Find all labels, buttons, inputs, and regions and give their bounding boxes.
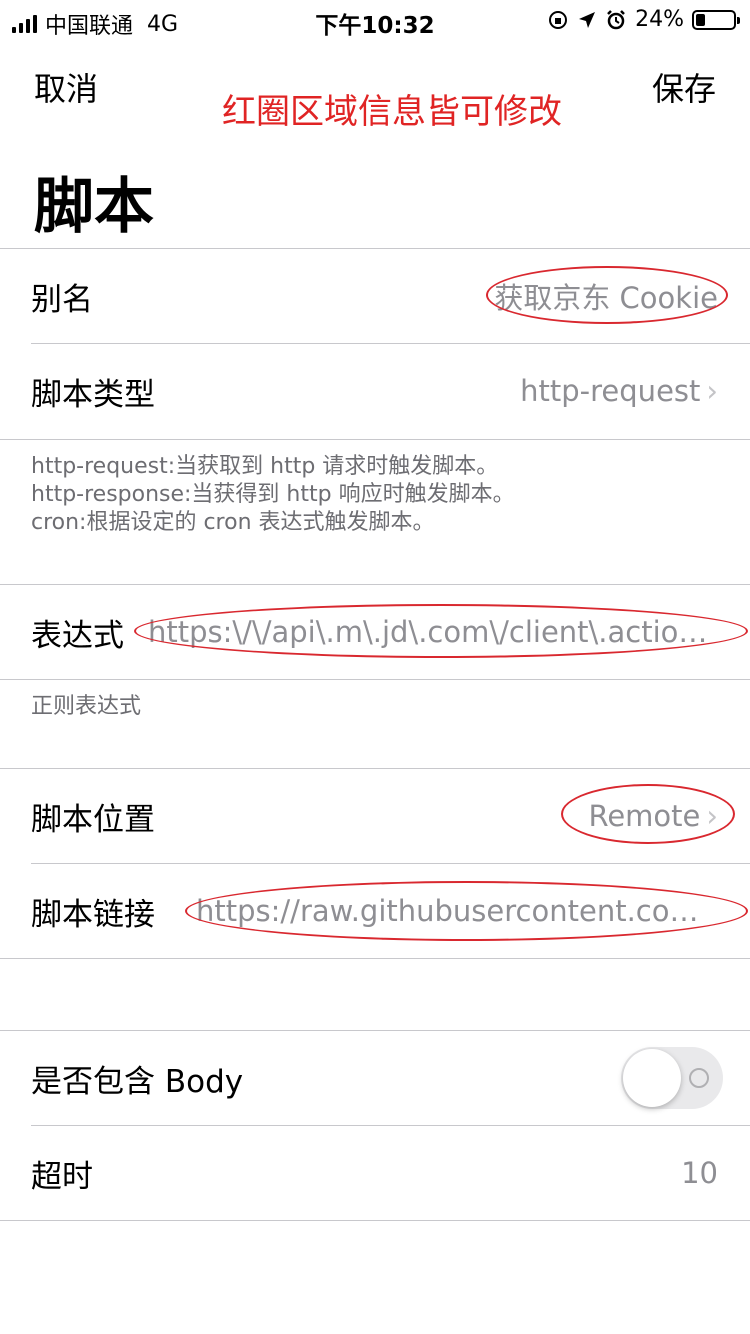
annotation-note: 红圈区域信息皆可修改 (222, 92, 562, 132)
help-line: http-response:当获得到 http 响应时触发脚本。 (31, 482, 515, 507)
script-location-label: 脚本位置 (31, 801, 155, 838)
include-body-toggle[interactable] (621, 1047, 723, 1109)
battery-percent: 24% (635, 7, 684, 32)
annotation-circle (561, 784, 735, 844)
script-type-text: http-request (520, 374, 701, 408)
expression-label: 表达式 (31, 617, 124, 654)
status-right: 24% (547, 7, 740, 32)
alarm-icon (607, 9, 625, 29)
divider (0, 958, 750, 959)
chevron-right-icon: › (706, 374, 718, 408)
battery-level (696, 13, 705, 26)
save-button[interactable]: 保存 (652, 64, 716, 110)
cancel-button[interactable]: 取消 (34, 64, 98, 110)
include-body-row: 是否包含 Body (0, 1031, 750, 1125)
timeout-label: 超时 (31, 1158, 93, 1195)
expression-help: 正则表达式 (31, 694, 142, 719)
annotation-circle (185, 881, 748, 941)
toggle-knob (623, 1049, 681, 1107)
timeout-input[interactable]: 10 (681, 1156, 718, 1190)
toggle-off-indicator (689, 1068, 709, 1088)
include-body-label: 是否包含 Body (31, 1063, 244, 1100)
location-icon (579, 11, 596, 28)
divider (0, 1220, 750, 1221)
script-type-row[interactable]: 脚本类型 http-request › (0, 344, 750, 438)
status-bar: 中国联通 4G 下午10:32 24% (0, 0, 750, 40)
divider (0, 679, 750, 680)
alias-label: 别名 (31, 281, 93, 318)
help-line: cron:根据设定的 cron 表达式触发脚本。 (31, 510, 435, 535)
script-link-label: 脚本链接 (31, 896, 155, 933)
script-type-label: 脚本类型 (31, 376, 155, 413)
battery-icon (692, 9, 740, 30)
script-type-help: http-request:当获取到 http 请求时触发脚本。 http-res… (31, 453, 515, 537)
annotation-circle (486, 266, 728, 324)
help-line: http-request:当获取到 http 请求时触发脚本。 (31, 454, 499, 479)
orientation-lock-icon (549, 10, 568, 29)
divider (0, 439, 750, 440)
timeout-row[interactable]: 超时 10 (0, 1126, 750, 1220)
script-type-value: http-request › (520, 374, 718, 408)
annotation-circle (134, 604, 748, 658)
page-title: 脚本 (34, 172, 154, 242)
